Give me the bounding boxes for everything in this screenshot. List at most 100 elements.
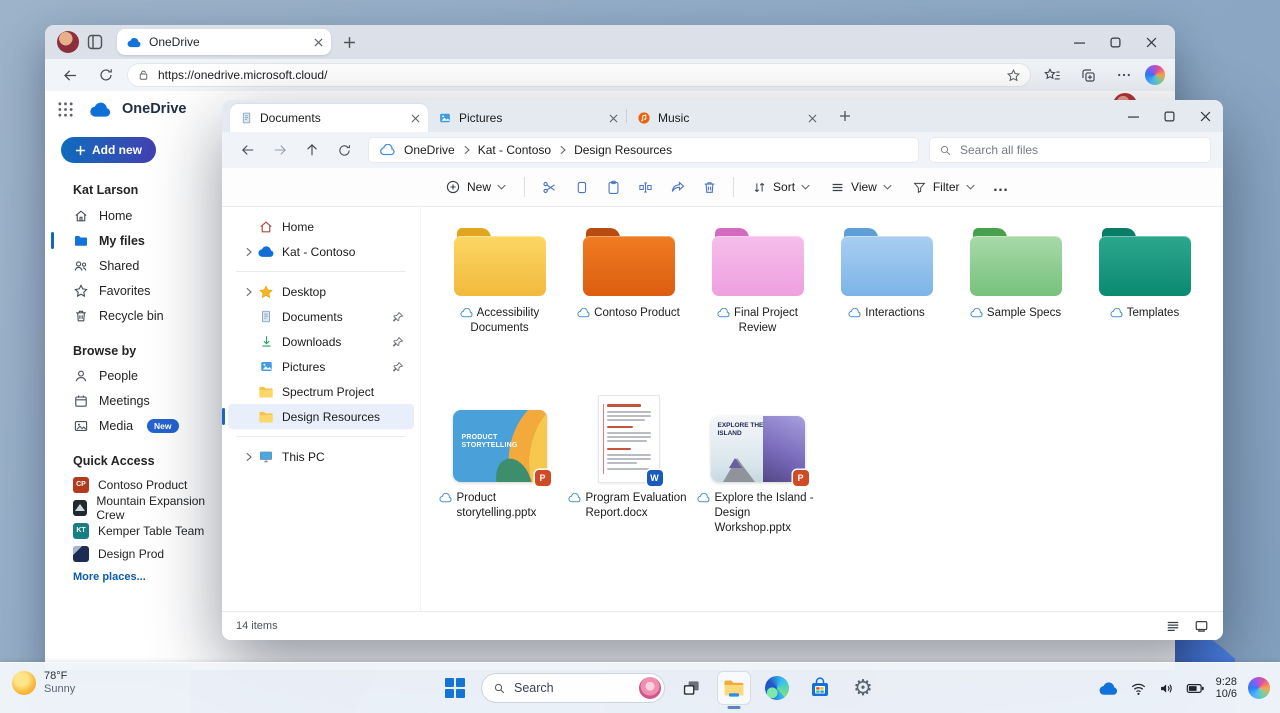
quick-access-kemper-table-team[interactable]: KT Kemper Table Team: [45, 519, 222, 542]
new-tab-button[interactable]: [343, 36, 356, 49]
tab-close-icon[interactable]: [411, 114, 420, 123]
breadcrumb[interactable]: OneDrive Kat - Contoso Design Resources: [368, 137, 919, 163]
tree-item-documents[interactable]: Documents: [228, 304, 414, 329]
back-icon[interactable]: [55, 60, 85, 90]
explorer-maximize-button[interactable]: [1151, 103, 1187, 129]
taskbar-store[interactable]: [803, 671, 837, 705]
refresh-icon[interactable]: [91, 60, 121, 90]
copy-icon[interactable]: [566, 172, 596, 202]
folder-item[interactable]: Templates: [1080, 220, 1209, 380]
tree-item-desktop[interactable]: Desktop: [228, 279, 414, 304]
taskbar-settings[interactable]: ⚙: [846, 671, 880, 705]
chevron-right-icon[interactable]: [559, 145, 566, 155]
file-item[interactable]: PRODUCT STORYTELLING P Product storytell…: [435, 386, 564, 556]
sidebar-item-media[interactable]: Media New: [45, 413, 222, 438]
more-places-link[interactable]: More places...: [73, 571, 222, 583]
chevron-right-icon[interactable]: [245, 287, 252, 297]
tree-item-design-resources[interactable]: Design Resources: [228, 404, 414, 429]
start-button[interactable]: [438, 671, 472, 705]
browser-minimize-button[interactable]: [1061, 29, 1097, 55]
tab-close-icon[interactable]: [808, 114, 817, 123]
explorer-tab-documents[interactable]: Documents: [230, 104, 428, 132]
tree-item-kat-contoso[interactable]: Kat - Contoso: [228, 239, 414, 264]
filter-button[interactable]: Filter: [903, 172, 984, 202]
sort-button[interactable]: Sort: [743, 172, 819, 202]
tree-item-home[interactable]: Home: [228, 214, 414, 239]
collections-icon[interactable]: [1073, 60, 1103, 90]
site-permissions-icon[interactable]: [137, 68, 150, 82]
weather-widget[interactable]: 78°F Sunny: [12, 670, 75, 696]
more-options-icon[interactable]: …: [986, 172, 1016, 202]
chevron-right-icon[interactable]: [245, 247, 252, 257]
taskbar-clock[interactable]: 9:28 10/6: [1216, 676, 1237, 701]
taskbar-search[interactable]: Search: [481, 673, 665, 703]
view-button[interactable]: View: [821, 172, 901, 202]
file-item[interactable]: EXPLORE THE ISLAND P Explore the Island …: [693, 386, 822, 556]
browser-settings-dots-icon[interactable]: [1109, 60, 1139, 90]
breadcrumb-segment[interactable]: Design Resources: [574, 143, 672, 157]
new-button[interactable]: New: [436, 172, 515, 202]
breadcrumb-segment[interactable]: OneDrive: [404, 143, 455, 157]
sidebar-item-favorites[interactable]: Favorites: [45, 278, 222, 303]
taskbar-edge[interactable]: [760, 671, 794, 705]
browser-close-button[interactable]: [1133, 29, 1169, 55]
sidebar-item-meetings[interactable]: Meetings: [45, 388, 222, 413]
sidebar-item-my-files[interactable]: My files: [45, 228, 222, 253]
folder-item[interactable]: Final Project Review: [693, 220, 822, 380]
explorer-tab-music[interactable]: Music: [627, 104, 825, 132]
breadcrumb-segment[interactable]: Kat - Contoso: [478, 143, 551, 157]
browser-maximize-button[interactable]: [1097, 29, 1133, 55]
address-bar[interactable]: https://onedrive.microsoft.cloud/: [127, 63, 1031, 87]
nav-back-icon[interactable]: [234, 137, 262, 163]
favorite-star-icon[interactable]: [1006, 68, 1021, 83]
copilot-taskbar-icon[interactable]: [1248, 677, 1270, 699]
paste-icon[interactable]: [598, 172, 628, 202]
chevron-right-icon[interactable]: [463, 145, 470, 155]
nav-forward-icon[interactable]: [266, 137, 294, 163]
details-view-icon[interactable]: [1166, 619, 1180, 633]
tree-item-downloads[interactable]: Downloads: [228, 329, 414, 354]
folder-item[interactable]: Contoso Product: [564, 220, 693, 380]
volume-icon[interactable]: [1158, 681, 1175, 696]
copilot-icon[interactable]: [1145, 65, 1165, 85]
folder-item[interactable]: Sample Specs: [951, 220, 1080, 380]
nav-refresh-icon[interactable]: [330, 137, 358, 163]
cut-icon[interactable]: [534, 172, 564, 202]
tab-close-icon[interactable]: [609, 114, 618, 123]
browser-tab-onedrive[interactable]: OneDrive: [117, 29, 331, 55]
battery-icon[interactable]: [1186, 681, 1205, 696]
sidebar-item-home[interactable]: Home: [45, 203, 222, 228]
thumbnail-view-icon[interactable]: [1194, 619, 1209, 633]
browser-profile-avatar[interactable]: [57, 31, 79, 53]
task-view-button[interactable]: [674, 671, 708, 705]
folder-item[interactable]: Accessibility Documents: [435, 220, 564, 380]
sidebar-item-recycle-bin[interactable]: Recycle bin: [45, 303, 222, 328]
quick-access-mountain-expansion-crew[interactable]: Mountain Expansion Crew: [45, 496, 222, 519]
quick-access-design-prod[interactable]: Design Prod: [45, 542, 222, 565]
folder-item[interactable]: Interactions: [822, 220, 951, 380]
explorer-tab-pictures[interactable]: Pictures: [428, 104, 626, 132]
sidebar-item-people[interactable]: People: [45, 363, 222, 388]
chevron-right-icon[interactable]: [245, 452, 252, 462]
file-item[interactable]: W Program Evaluation Report.docx: [564, 386, 693, 556]
explorer-close-button[interactable]: [1187, 103, 1223, 129]
tray-onedrive-icon[interactable]: [1099, 681, 1119, 696]
app-launcher-waffle-icon[interactable]: [57, 101, 74, 118]
new-tab-button[interactable]: [839, 110, 851, 122]
nav-up-icon[interactable]: [298, 137, 326, 163]
wifi-icon[interactable]: [1130, 681, 1147, 696]
rename-icon[interactable]: [630, 172, 660, 202]
favorites-bar-icon[interactable]: [1037, 60, 1067, 90]
taskbar-file-explorer[interactable]: [717, 671, 751, 705]
tab-close-icon[interactable]: [314, 38, 323, 47]
tree-item-pictures[interactable]: Pictures: [228, 354, 414, 379]
explorer-search-box[interactable]: Search all files: [929, 137, 1211, 163]
tree-item-spectrum-project[interactable]: Spectrum Project: [228, 379, 414, 404]
tree-item-this-pc[interactable]: This PC: [228, 444, 414, 469]
add-new-button[interactable]: Add new: [61, 137, 156, 163]
explorer-minimize-button[interactable]: [1115, 103, 1151, 129]
share-icon[interactable]: [662, 172, 692, 202]
sidebar-item-shared[interactable]: Shared: [45, 253, 222, 278]
workspaces-icon[interactable]: [87, 34, 103, 50]
delete-icon[interactable]: [694, 172, 724, 202]
